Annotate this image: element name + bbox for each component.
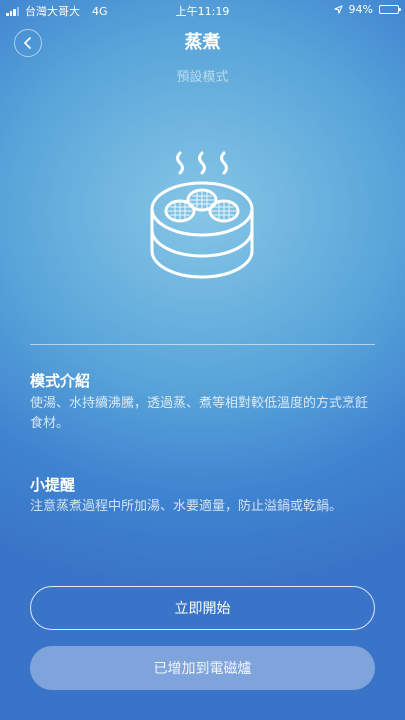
tips-title: 小提醒 bbox=[30, 476, 76, 494]
start-now-label: 立即開始 bbox=[174, 601, 231, 617]
status-right: 94% bbox=[333, 3, 401, 16]
divider bbox=[30, 344, 375, 345]
status-bar: 台灣大哥大 4G 上午11:19 94% bbox=[0, 0, 405, 20]
page-title: 蒸煮 bbox=[184, 32, 221, 53]
location-arrow-icon bbox=[333, 5, 343, 14]
mode-intro-title: 模式介紹 bbox=[30, 372, 91, 390]
tips-body: 注意蒸煮過程中所加湯、水要適量，防止溢鍋或乾鍋。 bbox=[30, 499, 343, 514]
start-now-button[interactable]: 立即開始 bbox=[30, 586, 375, 630]
page-subtitle: 預設模式 bbox=[176, 70, 229, 85]
battery-icon bbox=[379, 5, 401, 14]
battery-percent: 94% bbox=[348, 3, 373, 16]
steamer-icon bbox=[150, 151, 254, 279]
added-to-cooker-label: 已增加到電磁爐 bbox=[153, 661, 252, 677]
mode-intro-body: 使湯、水持續沸騰，透過蒸、煮等相對較低溫度的方式烹飪食材。 bbox=[30, 396, 369, 431]
added-to-cooker-button[interactable]: 已增加到電磁爐 bbox=[30, 646, 375, 690]
